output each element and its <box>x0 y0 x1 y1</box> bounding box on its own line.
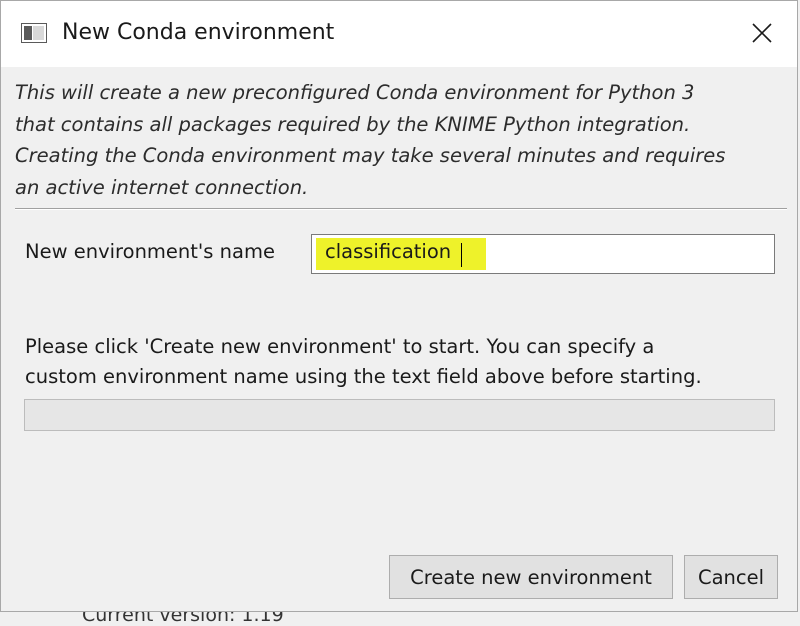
status-message: Please click 'Create new environment' to… <box>25 335 702 388</box>
close-icon <box>751 22 773 48</box>
new-conda-environment-dialog: New Conda environment This will create a… <box>0 0 798 612</box>
create-environment-button[interactable]: Create new environment <box>389 555 673 599</box>
title-bar: New Conda environment <box>1 1 797 67</box>
progress-bar <box>24 399 775 431</box>
dialog-description: This will create a new preconfigured Con… <box>15 81 726 199</box>
environment-name-input[interactable]: classification <box>311 234 775 274</box>
close-button[interactable] <box>741 15 783 55</box>
cancel-button[interactable]: Cancel <box>684 555 778 599</box>
environment-name-value: classification <box>325 240 452 263</box>
separator <box>15 208 787 210</box>
text-caret <box>461 243 462 267</box>
window-icon <box>21 23 47 43</box>
dialog-title: New Conda environment <box>62 20 335 45</box>
environment-name-label: New environment's name <box>25 240 275 263</box>
